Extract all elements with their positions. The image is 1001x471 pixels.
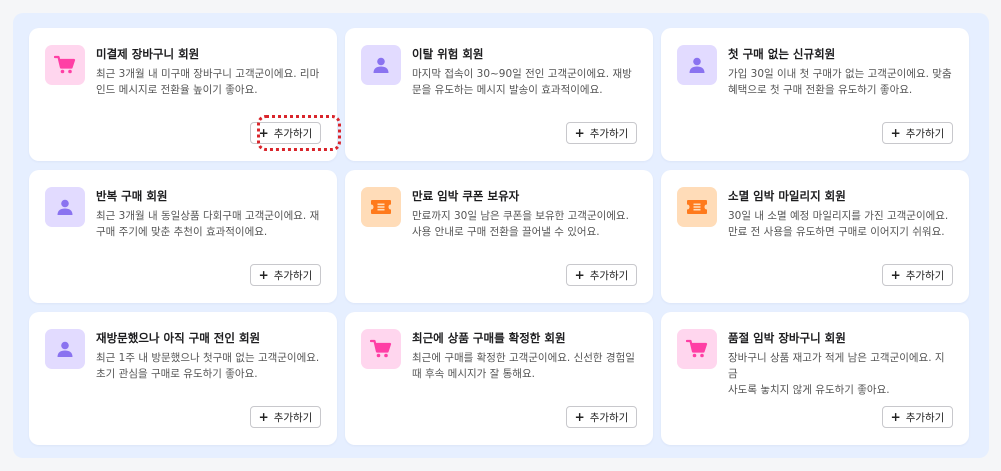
add-segment-button[interactable]: + 추가하기 <box>566 406 637 428</box>
user-icon <box>45 187 85 227</box>
segment-card: 최근에 상품 구매를 확정한 회원 최근에 구매를 확정한 고객군이에요. 신선… <box>345 312 653 445</box>
cart-icon <box>361 329 401 369</box>
segment-card: 재방문했으나 아직 구매 전인 회원 최근 1주 내 방문했으나 첫구매 없는 … <box>29 312 337 445</box>
segment-card-grid: 미결제 장바구니 회원 최근 3개월 내 미구매 장바구니 고객군이에요. 리마… <box>29 28 969 445</box>
plus-icon: + <box>574 268 585 282</box>
add-segment-button[interactable]: + 추가하기 <box>250 264 321 286</box>
card-description-line: 사용 안내로 구매 전환을 끌어낼 수 있어요. <box>412 226 600 238</box>
segment-card: 품절 임박 장바구니 회원 장바구니 상품 재고가 적게 남은 고객군이에요. … <box>661 312 969 445</box>
card-title: 최근에 상품 구매를 확정한 회원 <box>412 331 566 345</box>
add-button-label: 추가하기 <box>273 411 313 424</box>
card-description-line: 만료 전 사용을 유도하면 구매로 이어지기 쉬워요. <box>728 226 945 238</box>
segment-card: 첫 구매 없는 신규회원 가입 30일 이내 첫 구매가 없는 고객군이에요. … <box>661 28 969 161</box>
card-description: 가입 30일 이내 첫 구매가 없는 고객군이에요. 맞춤 혜택으로 첫 구매 … <box>728 66 952 98</box>
add-segment-button[interactable]: + 추가하기 <box>882 406 953 428</box>
ticket-icon <box>677 187 717 227</box>
card-title: 이탈 위험 회원 <box>412 47 484 61</box>
segment-card: 소멸 임박 마일리지 회원 30일 내 소멸 예정 마일리지를 가진 고객군이에… <box>661 170 969 303</box>
add-segment-button[interactable]: + 추가하기 <box>882 122 953 144</box>
card-description-line: 만료까지 30일 남은 쿠폰을 보유한 고객군이에요. <box>412 210 629 222</box>
segment-card: 미결제 장바구니 회원 최근 3개월 내 미구매 장바구니 고객군이에요. 리마… <box>29 28 341 161</box>
card-description-line: 가입 30일 이내 첫 구매가 없는 고객군이에요. 맞춤 <box>728 68 952 80</box>
card-title: 반복 구매 회원 <box>96 189 168 203</box>
card-description-line: 구매 주기에 맞춘 추천이 효과적이에요. <box>96 226 268 238</box>
segment-card: 반복 구매 회원 최근 3개월 내 동일상품 다회구매 고객군이에요. 재 구매… <box>29 170 337 303</box>
card-description-line: 최근 1주 내 방문했으나 첫구매 없는 고객군이에요. <box>96 352 320 364</box>
ticket-icon <box>361 187 401 227</box>
card-description: 만료까지 30일 남은 쿠폰을 보유한 고객군이에요. 사용 안내로 구매 전환… <box>412 208 636 240</box>
cart-icon <box>45 45 85 85</box>
add-segment-button[interactable]: + 추가하기 <box>250 406 321 428</box>
card-description-line: 문을 유도하는 메시지 발송이 효과적이에요. <box>412 84 603 96</box>
plus-icon: + <box>574 410 585 424</box>
user-icon <box>361 45 401 85</box>
plus-icon: + <box>890 268 901 282</box>
cart-icon <box>677 329 717 369</box>
card-title: 만료 임박 쿠폰 보유자 <box>412 189 520 203</box>
add-segment-button[interactable]: + 추가하기 <box>882 264 953 286</box>
card-description-line: 때 후속 메시지가 잘 통해요. <box>412 368 535 380</box>
card-title: 미결제 장바구니 회원 <box>96 47 200 61</box>
card-description-line: 최근에 구매를 확정한 고객군이에요. 신선한 경험일 <box>412 352 635 364</box>
add-button-label: 추가하기 <box>273 269 313 282</box>
card-description: 최근에 구매를 확정한 고객군이에요. 신선한 경험일 때 후속 메시지가 잘 … <box>412 350 636 382</box>
add-button-label: 추가하기 <box>273 127 313 140</box>
card-description-line: 장바구니 상품 재고가 적게 남은 고객군이에요. 지금 <box>728 352 945 380</box>
add-button-label: 추가하기 <box>905 127 945 140</box>
add-segment-button[interactable]: + 추가하기 <box>566 122 637 144</box>
plus-icon: + <box>890 410 901 424</box>
plus-icon: + <box>890 126 901 140</box>
card-description-line: 최근 3개월 내 동일상품 다회구매 고객군이에요. 재 <box>96 210 320 222</box>
add-segment-button[interactable]: + 추가하기 <box>566 264 637 286</box>
add-button-label: 추가하기 <box>589 269 629 282</box>
card-description-line: 인드 메시지로 전환율 높이기 좋아요. <box>96 84 258 96</box>
card-description-line: 초기 관심을 구매로 유도하기 좋아요. <box>96 368 258 380</box>
card-description-line: 최근 3개월 내 미구매 장바구니 고객군이에요. 리마 <box>96 68 320 80</box>
card-title: 소멸 임박 마일리지 회원 <box>728 189 846 203</box>
add-button-label: 추가하기 <box>589 411 629 424</box>
card-description: 최근 3개월 내 동일상품 다회구매 고객군이에요. 재 구매 주기에 맞춘 추… <box>96 208 320 240</box>
add-button-label: 추가하기 <box>905 411 945 424</box>
add-button-label: 추가하기 <box>905 269 945 282</box>
card-description: 최근 1주 내 방문했으나 첫구매 없는 고객군이에요. 초기 관심을 구매로 … <box>96 350 320 382</box>
card-description: 마지막 접속이 30~90일 전인 고객군이에요. 재방 문을 유도하는 메시지… <box>412 66 636 98</box>
card-description-line: 30일 내 소멸 예정 마일리지를 가진 고객군이에요. <box>728 210 949 222</box>
card-description-line: 혜택으로 첫 구매 전환을 유도하기 좋아요. <box>728 84 913 96</box>
segment-panel: 미결제 장바구니 회원 최근 3개월 내 미구매 장바구니 고객군이에요. 리마… <box>13 13 989 458</box>
segment-card: 만료 임박 쿠폰 보유자 만료까지 30일 남은 쿠폰을 보유한 고객군이에요.… <box>345 170 653 303</box>
card-description: 30일 내 소멸 예정 마일리지를 가진 고객군이에요. 만료 전 사용을 유도… <box>728 208 952 240</box>
card-title: 품절 임박 장바구니 회원 <box>728 331 846 345</box>
card-description-line: 사도록 놓치지 않게 유도하기 좋아요. <box>728 384 890 396</box>
segment-card: 이탈 위험 회원 마지막 접속이 30~90일 전인 고객군이에요. 재방 문을… <box>345 28 653 161</box>
plus-icon: + <box>258 410 269 424</box>
plus-icon: + <box>574 126 585 140</box>
card-title: 첫 구매 없는 신규회원 <box>728 47 836 61</box>
plus-icon: + <box>258 126 269 140</box>
card-title: 재방문했으나 아직 구매 전인 회원 <box>96 331 261 345</box>
user-icon <box>677 45 717 85</box>
plus-icon: + <box>258 268 269 282</box>
user-icon <box>45 329 85 369</box>
card-description: 최근 3개월 내 미구매 장바구니 고객군이에요. 리마 인드 메시지로 전환율… <box>96 66 320 98</box>
add-button-label: 추가하기 <box>589 127 629 140</box>
add-segment-button[interactable]: + 추가하기 <box>250 122 321 144</box>
card-description: 장바구니 상품 재고가 적게 남은 고객군이에요. 지금 사도록 놓치지 않게 … <box>728 350 952 398</box>
card-description-line: 마지막 접속이 30~90일 전인 고객군이에요. 재방 <box>412 68 632 80</box>
